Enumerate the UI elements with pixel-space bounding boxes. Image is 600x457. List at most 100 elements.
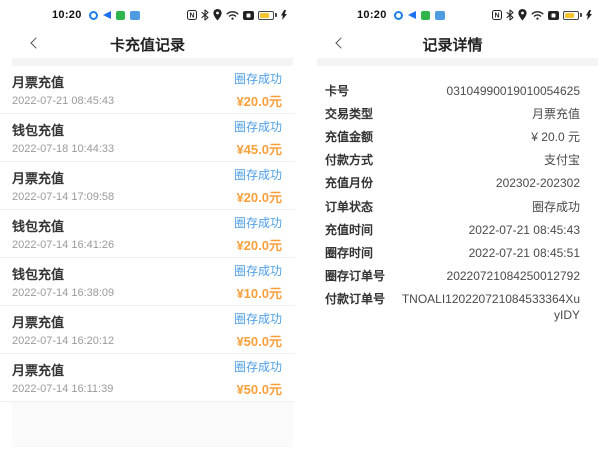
record-datetime: 2022-07-14 16:38:09 (12, 287, 115, 299)
record-type: 月票充值 (12, 363, 65, 378)
record-type: 月票充值 (12, 171, 65, 186)
charging-bolt-icon (281, 10, 287, 20)
detail-row: 卡号 03104990019010054625 (325, 79, 580, 102)
nfc-icon: N (187, 10, 197, 20)
record-row-left: 月票充值 2022-07-14 17:09:58 (12, 168, 114, 203)
record-row[interactable]: 钱包充值 2022-07-18 10:44:33 圈存成功 ¥45.0元 (0, 114, 295, 162)
detail-row: 充值金额 ¥ 20.0 元 (325, 125, 580, 148)
record-status: 圈存成功 (233, 311, 282, 326)
page-title: 记录详情 (422, 36, 483, 54)
notification-circle-icon (393, 10, 403, 20)
record-row[interactable]: 钱包充值 2022-07-14 16:41:26 圈存成功 ¥20.0元 (0, 210, 295, 258)
green-app-icon (115, 10, 125, 20)
record-amount: ¥45.0元 (236, 141, 282, 157)
record-type: 钱包充值 (12, 267, 65, 282)
record-row-left: 月票充值 2022-07-14 16:20:12 (12, 312, 114, 347)
record-detail-screen: 10:20 N 记录详情 卡号 03104990019010054625 交易类… (305, 0, 600, 457)
record-row-right: 圈存成功 ¥20.0元 (234, 166, 282, 206)
battery-tip (275, 13, 277, 17)
battery-icon (258, 10, 274, 20)
record-status: 圈存成功 (233, 71, 282, 86)
notification-icons (393, 10, 445, 20)
record-row-right: 圈存成功 ¥20.0元 (234, 214, 282, 254)
battery-tip (580, 13, 582, 17)
record-amount: ¥10.0元 (236, 285, 282, 301)
record-row[interactable]: 月票充值 2022-07-14 16:20:12 圈存成功 ¥50.0元 (0, 306, 295, 354)
detail-value: ¥ 20.0 元 (531, 129, 580, 144)
green-app-icon (420, 10, 430, 20)
record-datetime: 2022-07-14 16:20:12 (12, 335, 115, 347)
nfc-icon: N (492, 10, 502, 20)
record-row-left: 钱包充值 2022-07-14 16:38:09 (12, 264, 114, 299)
bluetooth-icon (201, 9, 209, 21)
blue-app-icon (434, 10, 445, 20)
record-row-left: 钱包充值 2022-07-18 10:44:33 (12, 120, 114, 155)
clock-time: 10:20 (357, 9, 387, 21)
system-status-icons: N (492, 9, 592, 21)
record-type: 月票充值 (12, 315, 65, 330)
detail-value: 2022-07-21 08:45:51 (468, 245, 580, 260)
bluetooth-icon (506, 9, 514, 21)
wifi-icon (531, 11, 544, 20)
screen-record-icon (243, 10, 254, 20)
detail-label: 充值金额 (325, 129, 374, 144)
detail-label: 圈存订单号 (325, 269, 386, 284)
status-bar: 10:20 N (305, 0, 600, 30)
record-datetime: 2022-07-14 17:09:58 (12, 191, 115, 203)
recharge-records-screen: 10:20 N 卡充值记录 月票充值 2022-07-21 08:45:43 圈… (0, 0, 295, 457)
svg-text:N: N (494, 13, 499, 20)
screen-record-icon (548, 10, 559, 20)
detail-row: 订单状态 圈存成功 (325, 195, 580, 218)
detail-label: 圈存时间 (325, 245, 374, 260)
battery-level (565, 12, 574, 18)
record-type: 钱包充值 (12, 123, 65, 138)
detail-value: 03104990019010054625 (446, 83, 580, 98)
record-datetime: 2022-07-14 16:41:26 (12, 239, 115, 251)
nav-bar: 卡充值记录 (0, 30, 295, 58)
notification-icons (88, 10, 140, 20)
detail-row: 圈存时间 2022-07-21 08:45:51 (325, 241, 580, 264)
notification-circle-icon (88, 10, 98, 20)
wifi-icon (226, 11, 239, 20)
record-datetime: 2022-07-21 08:45:43 (12, 95, 115, 107)
list-top-divider (12, 58, 293, 66)
detail-row: 圈存订单号 20220721084250012792 (325, 265, 580, 288)
share-triangle-icon (407, 11, 416, 19)
record-row-right: 圈存成功 ¥50.0元 (234, 358, 282, 398)
location-icon (518, 9, 527, 21)
record-status: 圈存成功 (233, 119, 282, 134)
record-row-left: 钱包充值 2022-07-14 16:41:26 (12, 216, 114, 251)
page-title: 卡充值记录 (109, 36, 185, 54)
detail-row: 充值时间 2022-07-21 08:45:43 (325, 218, 580, 241)
detail-row: 充值月份 202302-202302 (325, 172, 580, 195)
list-end-background (12, 402, 293, 447)
record-amount: ¥50.0元 (236, 333, 282, 349)
screenshot-pair: 10:20 N 卡充值记录 月票充值 2022-07-21 08:45:43 圈… (0, 0, 600, 457)
record-status: 圈存成功 (233, 359, 282, 374)
record-row[interactable]: 钱包充值 2022-07-14 16:38:09 圈存成功 ¥10.0元 (0, 258, 295, 306)
detail-label: 交易类型 (325, 106, 374, 121)
detail-label: 充值月份 (325, 176, 374, 191)
record-list: 月票充值 2022-07-21 08:45:43 圈存成功 ¥20.0元 钱包充… (0, 66, 295, 402)
detail-value: 202302-202302 (495, 176, 580, 191)
location-icon (213, 9, 222, 21)
detail-row: 交易类型 月票充值 (325, 102, 580, 125)
detail-value: 月票充值 (531, 106, 580, 121)
record-status: 圈存成功 (233, 215, 282, 230)
record-amount: ¥50.0元 (236, 381, 282, 397)
detail-value: TNOALI120220721084533364XuyIDY (401, 292, 580, 323)
record-row[interactable]: 月票充值 2022-07-14 17:09:58 圈存成功 ¥20.0元 (0, 162, 295, 210)
record-row-right: 圈存成功 ¥50.0元 (234, 310, 282, 350)
record-row[interactable]: 月票充值 2022-07-21 08:45:43 圈存成功 ¥20.0元 (0, 66, 295, 114)
record-row-right: 圈存成功 ¥45.0元 (234, 118, 282, 158)
system-status-icons: N (187, 9, 287, 21)
detail-row: 付款订单号 TNOALI120220721084533364XuyIDY (325, 288, 580, 327)
record-row[interactable]: 月票充值 2022-07-14 16:11:39 圈存成功 ¥50.0元 (0, 354, 295, 402)
detail-label: 付款订单号 (325, 292, 386, 307)
detail-value: 20220721084250012792 (446, 269, 580, 284)
record-row-left: 月票充值 2022-07-14 16:11:39 (12, 360, 113, 395)
blue-app-icon (129, 10, 140, 20)
record-amount: ¥20.0元 (236, 189, 282, 205)
status-bar: 10:20 N (0, 0, 295, 30)
detail-label: 订单状态 (325, 199, 374, 214)
